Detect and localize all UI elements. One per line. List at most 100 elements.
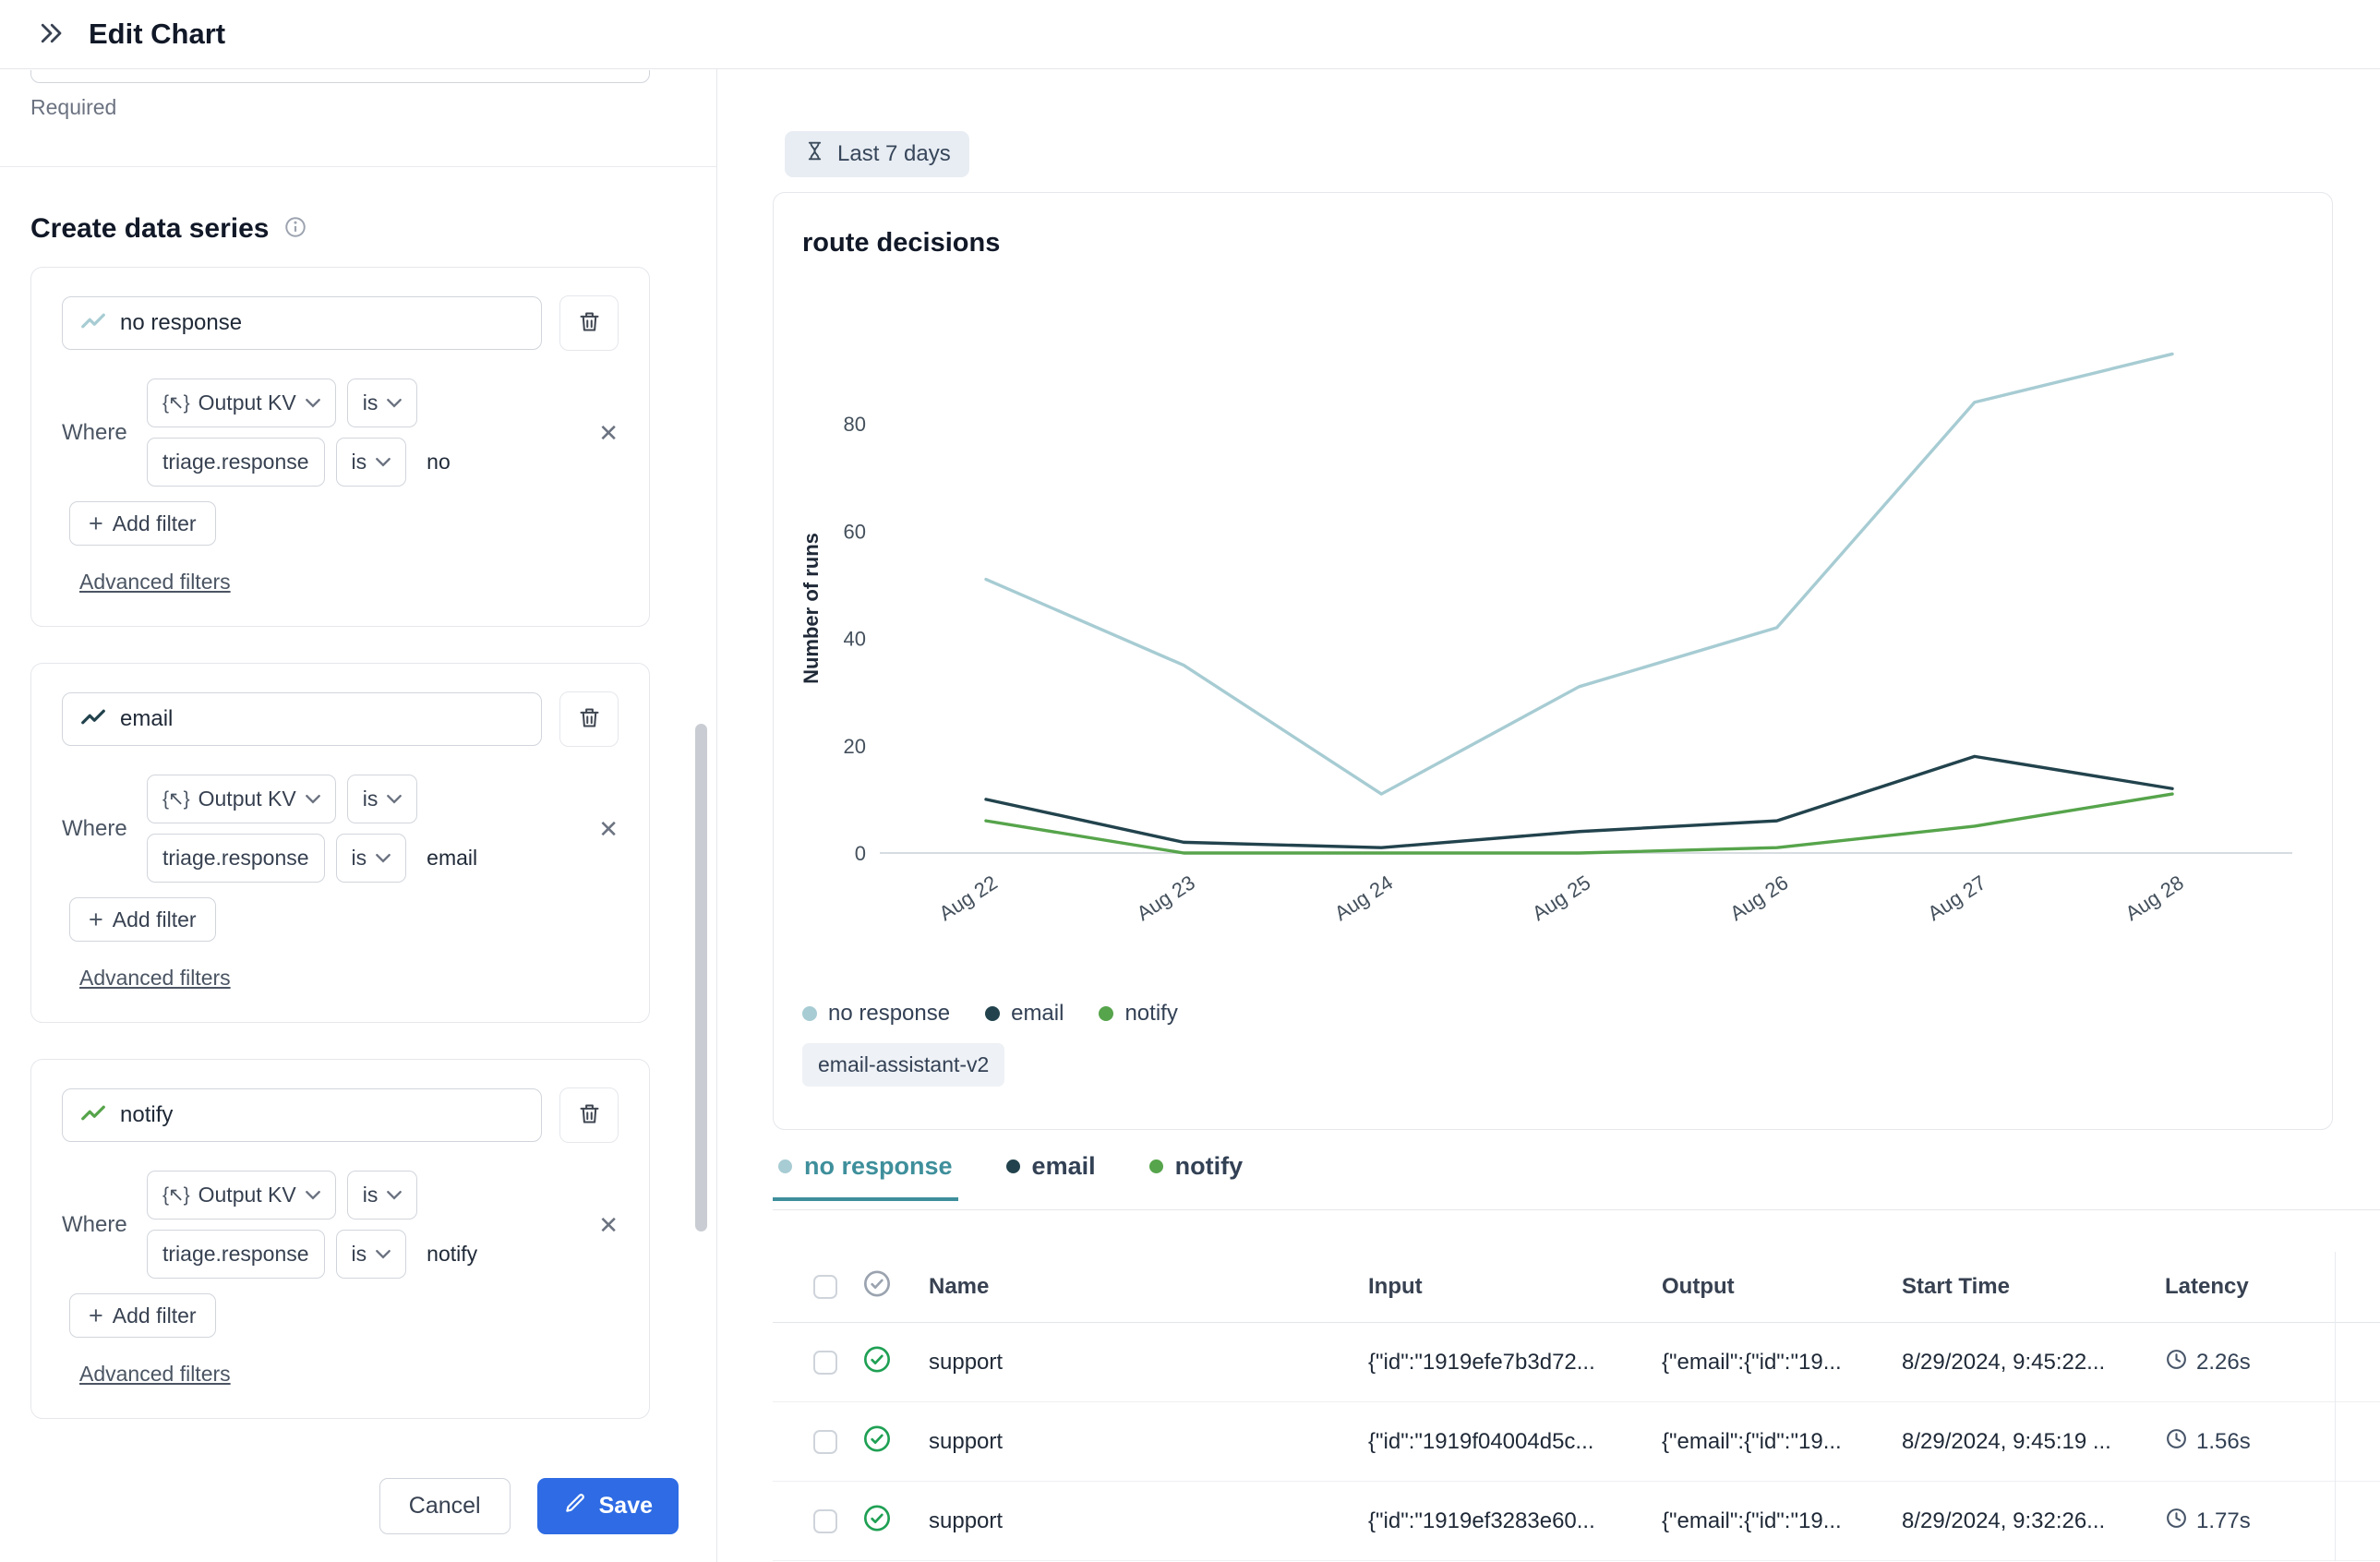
svg-text:40: 40 <box>844 628 866 651</box>
add-filter-button[interactable]: + Add filter <box>69 1293 216 1338</box>
kv-icon: {↖} <box>162 1184 189 1207</box>
kv-icon: {↖} <box>162 391 189 415</box>
plus-icon: + <box>89 907 103 932</box>
svg-text:20: 20 <box>844 735 866 758</box>
series-name-field[interactable] <box>120 310 524 336</box>
filter-key-chip[interactable]: triage.response <box>147 1230 325 1279</box>
sidebar: Required Create data series <box>0 70 716 1562</box>
collapse-panel-button[interactable] <box>35 18 66 50</box>
plus-icon: + <box>89 1304 103 1328</box>
run-latency: 1.56s <box>2165 1427 2251 1457</box>
filter-operator-chip[interactable]: is <box>347 378 418 427</box>
where-label: Where <box>62 816 147 842</box>
plus-icon: + <box>89 511 103 536</box>
series-name-input[interactable] <box>62 296 542 350</box>
info-icon[interactable] <box>283 215 307 244</box>
filter-key-operator-chip[interactable]: is <box>336 1230 407 1279</box>
filter-value[interactable]: notify <box>427 1242 477 1267</box>
filter-operator-chip[interactable]: is <box>347 1171 418 1220</box>
tab-dot <box>778 1159 792 1173</box>
time-range-chip[interactable]: Last 7 days <box>785 131 969 177</box>
advanced-filters-link[interactable]: Advanced filters <box>79 966 231 991</box>
svg-text:Aug 27: Aug 27 <box>1923 871 1989 925</box>
select-all-checkbox[interactable] <box>813 1275 837 1299</box>
chevron-down-icon <box>387 398 402 408</box>
svg-text:Number of runs: Number of runs <box>799 533 823 684</box>
legend-item[interactable]: no response <box>802 1001 950 1027</box>
row-checkbox[interactable] <box>813 1509 837 1533</box>
clock-icon <box>2165 1427 2188 1457</box>
run-input: {"id":"1919efe7b3d72... <box>1368 1350 1595 1376</box>
success-status-icon <box>862 1503 892 1539</box>
chevron-down-icon <box>376 457 391 467</box>
run-name: support <box>929 1508 1003 1534</box>
tab-notify[interactable]: notify <box>1144 1152 1249 1201</box>
delete-series-button[interactable] <box>559 1087 619 1143</box>
legend-item[interactable]: notify <box>1099 1001 1177 1027</box>
legend-dot <box>985 1006 1000 1021</box>
trash-icon <box>577 309 602 337</box>
filter-field-chip[interactable]: {↖} Output KV <box>147 1171 336 1220</box>
filter-key-chip[interactable]: triage.response <box>147 834 325 883</box>
remove-filter-button[interactable]: ✕ <box>598 817 619 841</box>
remove-filter-button[interactable]: ✕ <box>598 421 619 445</box>
chevron-down-icon <box>306 1190 320 1200</box>
filter-key-operator-chip[interactable]: is <box>336 438 407 487</box>
run-input: {"id":"1919f04004d5c... <box>1368 1429 1593 1455</box>
tab-email[interactable]: email <box>1001 1152 1101 1201</box>
filter-value[interactable]: no <box>427 450 451 475</box>
legend-item[interactable]: email <box>985 1001 1064 1027</box>
delete-series-button[interactable] <box>559 295 619 351</box>
filter-key-operator-chip[interactable]: is <box>336 834 407 883</box>
table-row[interactable]: support {"id":"1919efe7b3d72... {"email"… <box>773 1323 2380 1402</box>
row-checkbox[interactable] <box>813 1430 837 1454</box>
sidebar-scrollbar[interactable] <box>695 724 707 1232</box>
column-edge-divider <box>2335 1252 2336 1561</box>
cancel-button[interactable]: Cancel <box>379 1478 511 1534</box>
tab-no-response[interactable]: no response <box>773 1152 958 1201</box>
add-filter-button[interactable]: + Add filter <box>69 501 216 546</box>
filter-field-chip[interactable]: {↖} Output KV <box>147 775 336 823</box>
status-column-icon <box>862 1269 892 1305</box>
filter-key-chip[interactable]: triage.response <box>147 438 325 487</box>
run-start-time: 8/29/2024, 9:32:26... <box>1902 1508 2105 1534</box>
series-name-input[interactable] <box>62 692 542 746</box>
section-divider <box>0 166 716 167</box>
add-filter-button[interactable]: + Add filter <box>69 897 216 942</box>
table-row[interactable]: support {"id":"1919f04004d5c... {"email"… <box>773 1402 2380 1482</box>
advanced-filters-link[interactable]: Advanced filters <box>79 570 231 595</box>
sidebar-scroll-area[interactable]: Required Create data series <box>0 70 716 1449</box>
series-card: Where {↖} Output KV is <box>30 267 650 627</box>
series-name-input[interactable] <box>62 1088 542 1142</box>
column-header-name: Name <box>929 1274 989 1300</box>
run-start-time: 8/29/2024, 9:45:22... <box>1902 1350 2105 1376</box>
line-chart-icon <box>79 309 107 337</box>
tab-dot <box>1149 1159 1163 1173</box>
chevron-down-icon <box>376 853 391 863</box>
save-button[interactable]: Save <box>537 1478 679 1534</box>
svg-text:Aug 28: Aug 28 <box>2122 871 2188 925</box>
delete-series-button[interactable] <box>559 691 619 747</box>
filter-operator-chip[interactable]: is <box>347 775 418 823</box>
kv-icon: {↖} <box>162 787 189 811</box>
line-chart-icon <box>79 1101 107 1129</box>
table-row[interactable]: support {"id":"1919ef3283e60... {"email"… <box>773 1482 2380 1561</box>
series-name-field[interactable] <box>120 706 524 732</box>
remove-filter-button[interactable]: ✕ <box>598 1213 619 1237</box>
legend-dot <box>1099 1006 1113 1021</box>
clock-icon <box>2165 1348 2188 1377</box>
advanced-filters-link[interactable]: Advanced filters <box>79 1362 231 1387</box>
filter-value[interactable]: email <box>427 846 477 871</box>
chart-name-input[interactable] <box>30 70 650 83</box>
column-header-input: Input <box>1368 1274 1423 1300</box>
double-chevron-right-icon <box>37 19 65 50</box>
hourglass-icon <box>803 139 826 169</box>
row-checkbox[interactable] <box>813 1351 837 1375</box>
preview-panel: Last 7 days route decisions 020406080Num… <box>717 70 2380 1562</box>
run-name: support <box>929 1350 1003 1376</box>
series-name-field[interactable] <box>120 1102 524 1128</box>
chevron-down-icon <box>387 1190 402 1200</box>
svg-text:60: 60 <box>844 520 866 543</box>
filter-field-chip[interactable]: {↖} Output KV <box>147 378 336 427</box>
chart-card: route decisions 020406080Number of runsA… <box>773 192 2333 1130</box>
